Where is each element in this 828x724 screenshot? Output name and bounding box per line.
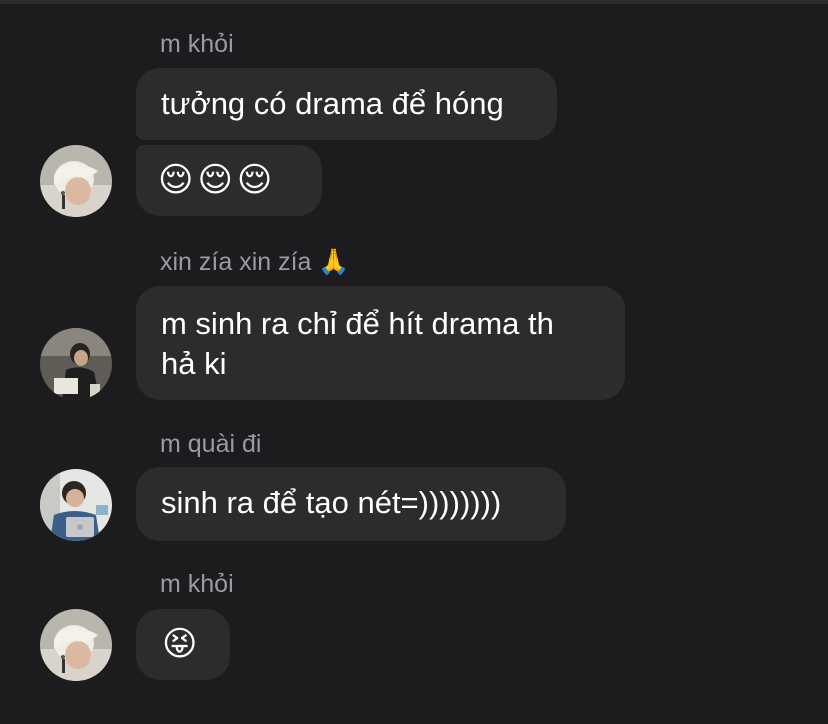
sender-name: m khỏi	[160, 30, 234, 58]
avatar[interactable]	[40, 609, 112, 681]
message-bubble[interactable]: m sinh ra chỉ để hít drama th hả ki	[136, 286, 625, 400]
sender-name: m khỏi	[160, 570, 234, 598]
chat-window: m khỏi tưởng có drama để hóng 😌😌😌 xin zí…	[0, 0, 828, 724]
avatar[interactable]	[40, 469, 112, 541]
message-bubble[interactable]: 😝	[136, 609, 230, 680]
message-text-line: m sinh ra chỉ để hít drama th	[161, 306, 554, 341]
avatar[interactable]	[40, 145, 112, 217]
message-text-line: hả ki	[161, 346, 227, 381]
sender-name: xin zía xin zía 🙏	[160, 248, 350, 276]
emoji-message: 😌😌😌	[158, 160, 277, 200]
message-bubble[interactable]: 😌😌😌	[136, 145, 322, 216]
emoji-message: 😝	[162, 624, 202, 664]
top-divider	[0, 0, 828, 4]
message-bubble[interactable]: tưởng có drama để hóng	[136, 68, 557, 140]
avatar[interactable]	[40, 328, 112, 400]
message-bubble[interactable]: sinh ra để tạo nét=))))))))	[136, 467, 566, 541]
message-text: sinh ra để tạo nét=))))))))	[161, 485, 502, 520]
message-text: tưởng có drama để hóng	[161, 86, 504, 121]
sender-name: m quài đi	[160, 430, 262, 458]
